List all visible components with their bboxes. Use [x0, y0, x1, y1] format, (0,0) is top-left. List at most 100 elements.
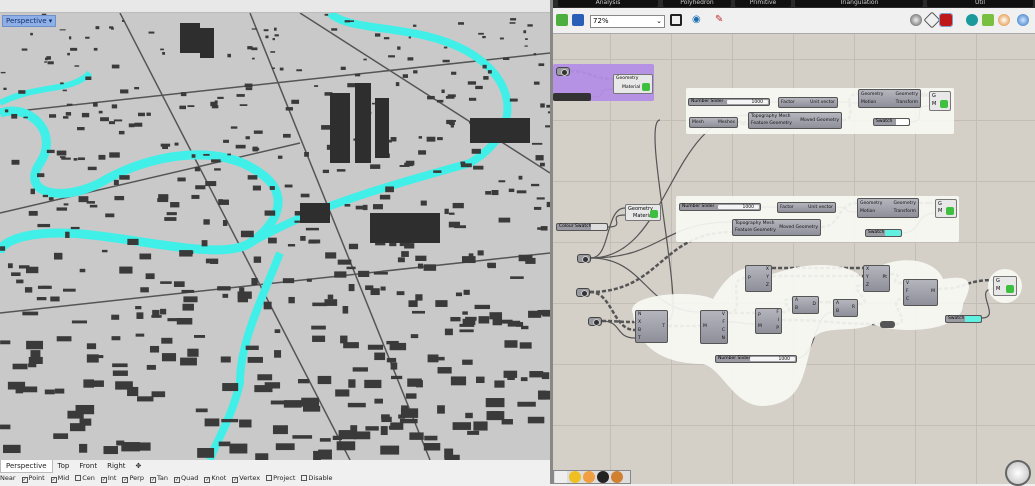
eye-icon[interactable]: ◉ [692, 14, 704, 26]
add-tab-icon[interactable]: ✥ [131, 460, 147, 472]
ribbon-tab-triangulation[interactable]: Triangulation [795, 0, 923, 7]
component-line[interactable]: NXBTT [635, 310, 668, 343]
building [245, 345, 259, 350]
save-icon[interactable] [572, 14, 584, 26]
osnap-project[interactable]: Project [266, 474, 295, 482]
osnap-int[interactable]: ✓ Int [100, 474, 116, 483]
delete-icon[interactable] [597, 471, 609, 483]
building [415, 294, 423, 301]
relay[interactable] [880, 321, 895, 328]
swatch-color[interactable] [965, 316, 981, 322]
building [121, 442, 140, 452]
checkbox[interactable]: ✓ [122, 477, 129, 483]
group-3-blob[interactable] [553, 34, 1035, 484]
osnap-quad[interactable]: ✓ Quad [173, 474, 198, 483]
building [146, 364, 156, 370]
building [516, 190, 527, 194]
building [487, 262, 494, 268]
navigation-ball[interactable] [1005, 460, 1031, 486]
slider-value[interactable]: 1000 [750, 357, 795, 362]
component-addition[interactable]: AB R [833, 299, 858, 317]
component-deconstruct-mesh[interactable]: M VFCN [700, 310, 728, 344]
component-closest-point[interactable]: PMFIP [755, 308, 782, 334]
building [264, 210, 276, 216]
swatch-3[interactable]: Swatch [945, 315, 982, 323]
osnap-disable[interactable]: Disable [301, 474, 333, 482]
checkbox[interactable]: ✓ [21, 477, 28, 483]
sketch-wires-icon[interactable] [569, 471, 581, 483]
building [93, 102, 98, 107]
building [354, 73, 361, 77]
building [395, 82, 400, 87]
checkbox[interactable] [301, 475, 308, 481]
component-construct-mesh[interactable]: VFC M [903, 279, 938, 306]
checkbox[interactable]: ✓ [50, 477, 57, 483]
building [229, 443, 248, 454]
osnap-near[interactable]: Near [0, 474, 16, 482]
preview-selected-icon[interactable] [966, 14, 978, 26]
building [149, 345, 160, 353]
sketch-icon[interactable]: ✎ [715, 14, 727, 26]
tab-front[interactable]: Front [74, 460, 102, 472]
osnap-point[interactable]: ✓ Point [21, 474, 45, 483]
tab-right[interactable]: Right [102, 460, 130, 472]
tab-perspective[interactable]: Perspective [0, 460, 53, 473]
building [438, 356, 445, 361]
open-file-icon[interactable] [556, 14, 568, 26]
zoom-dropdown[interactable]: 72% ⌄ [590, 15, 665, 28]
number-slider-3[interactable]: Number Slider 1000 [715, 355, 797, 363]
custom-preview-3[interactable]: GM [993, 276, 1017, 296]
building [390, 362, 398, 370]
preview-off-icon[interactable] [910, 14, 922, 26]
building [89, 204, 98, 208]
ribbon-tab-primitive[interactable]: Primitive [735, 0, 791, 7]
building [285, 107, 293, 111]
bake-icon[interactable] [998, 14, 1010, 26]
checkbox[interactable]: ✓ [149, 477, 156, 483]
input: C [906, 297, 910, 302]
building [67, 410, 84, 419]
osnap-perp[interactable]: ✓ Perp [122, 474, 144, 483]
osnap-vertex[interactable]: ✓ Vertex [232, 474, 260, 483]
checkbox[interactable] [75, 475, 82, 481]
tall-building [200, 28, 214, 58]
building [236, 94, 245, 97]
zoom-extents-icon[interactable] [670, 14, 682, 26]
building [201, 240, 208, 247]
preview-shaded-icon[interactable] [939, 13, 953, 27]
ribbon-tab-analysis[interactable]: Analysis [558, 0, 658, 7]
checkbox[interactable]: ✓ [232, 477, 239, 483]
ribbon-tab-util[interactable]: Util [927, 0, 1033, 7]
building [370, 164, 381, 169]
component-construct-point[interactable]: X Y Z Pt [863, 265, 890, 292]
building [148, 31, 155, 34]
checkbox[interactable] [266, 475, 273, 481]
building [423, 443, 441, 451]
building [491, 190, 499, 196]
building [346, 266, 356, 270]
building [510, 18, 517, 21]
viewport-title[interactable]: Perspective ▾ [2, 15, 57, 27]
component-distance[interactable]: AB D [792, 296, 819, 314]
building [46, 56, 51, 60]
sphere-icon[interactable] [1017, 14, 1029, 26]
tab-top[interactable]: Top [53, 460, 75, 472]
osnap-tan[interactable]: ✓ Tan [149, 474, 168, 483]
group-icon[interactable] [583, 471, 595, 483]
component-deconstruct-point[interactable]: P XYZ [745, 265, 772, 292]
osnap-mid[interactable]: ✓ Mid [50, 474, 69, 483]
ribbon-tab-polyhedron[interactable]: Polyhedron [663, 0, 731, 7]
osnap-cen[interactable]: Cen [75, 474, 95, 482]
building [365, 426, 379, 431]
checkbox[interactable]: ✓ [173, 477, 180, 483]
perspective-viewport[interactable]: Perspective ▾ [0, 13, 550, 460]
download-icon[interactable] [555, 471, 567, 483]
building [181, 289, 195, 293]
checkbox[interactable]: ✓ [100, 477, 107, 483]
pen-icon[interactable] [611, 471, 623, 483]
building [337, 259, 352, 265]
mesh-quality-icon[interactable] [982, 14, 994, 26]
building [525, 38, 528, 40]
osnap-knot[interactable]: ✓ Knot [204, 474, 226, 483]
checkbox[interactable]: ✓ [204, 477, 211, 483]
